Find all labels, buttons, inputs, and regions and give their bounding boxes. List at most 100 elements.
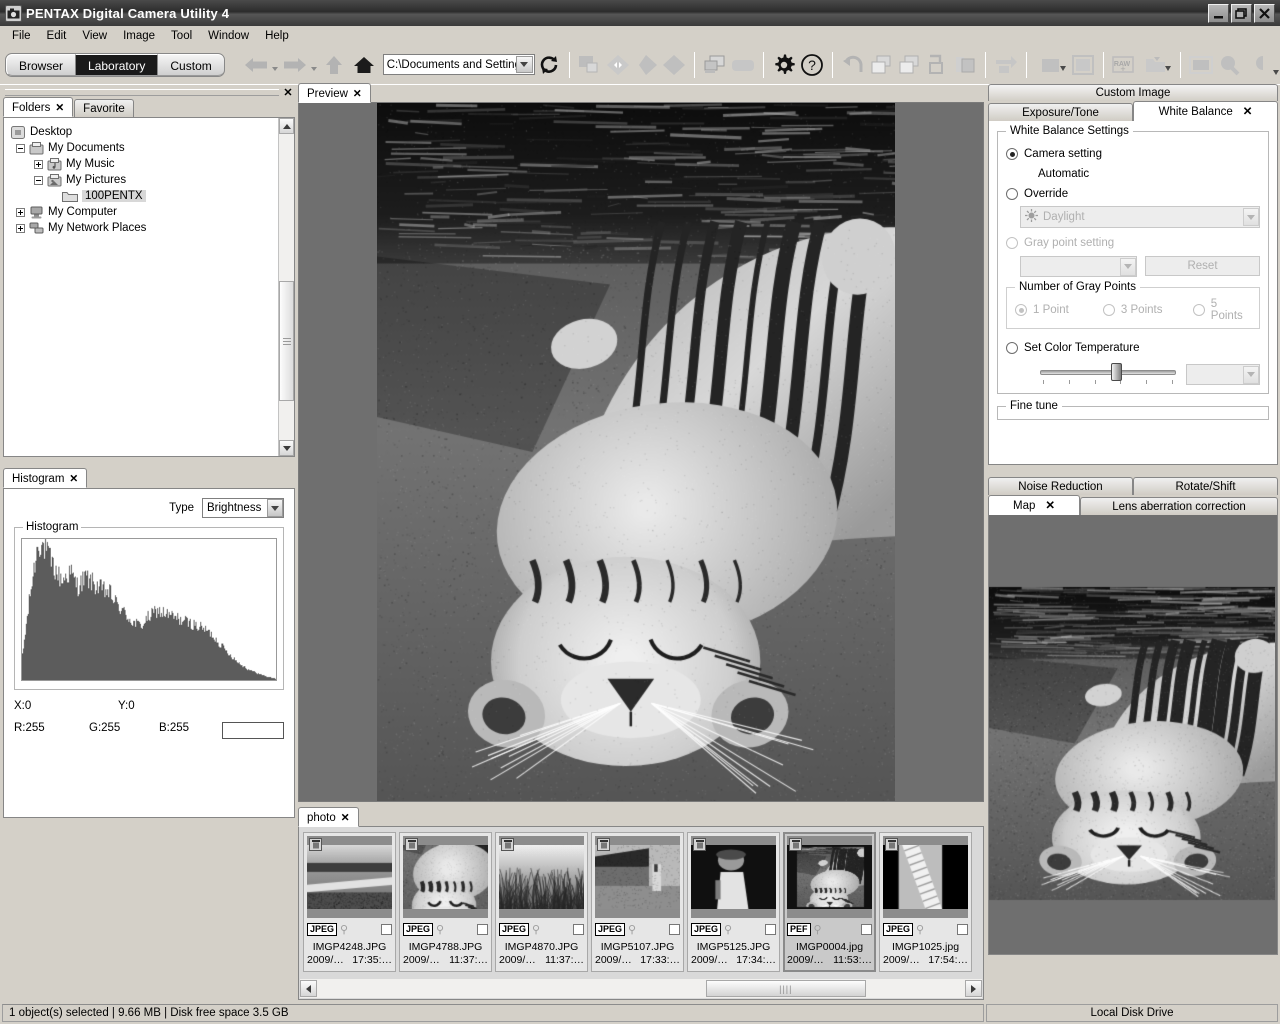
scroll-right-button[interactable] [965, 980, 982, 997]
tab-rotate-shift[interactable]: Rotate/Shift [1133, 477, 1278, 495]
tab-custom-image[interactable]: Custom Image [988, 84, 1278, 101]
scroll-track[interactable]: |||| [317, 980, 965, 997]
protect-icon[interactable] [885, 838, 898, 851]
scroll-up-button[interactable] [279, 118, 294, 134]
reset-button[interactable]: Reset [1145, 256, 1260, 276]
folder-tree-scrollbar[interactable] [278, 118, 294, 456]
tab-noise-reduction[interactable]: Noise Reduction [988, 477, 1133, 495]
thumbnail-item[interactable]: JPEG ⚲ IMGP4870.JPG 2009/… 11:37:… [495, 832, 588, 972]
override-combobox[interactable]: Daylight [1020, 206, 1260, 228]
tab-lens-aberration-correction[interactable]: Lens aberration correction [1080, 497, 1278, 515]
map-preview[interactable] [988, 515, 1278, 955]
back-dropdown-icon[interactable] [271, 51, 280, 79]
menu-tool[interactable]: Tool [163, 28, 200, 44]
scroll-track[interactable] [279, 134, 294, 440]
select-checkbox[interactable] [573, 923, 584, 935]
compare-icon[interactable] [576, 50, 604, 80]
radio-icon[interactable] [1192, 304, 1205, 316]
thumbnail-item[interactable]: JPEG ⚲ IMGP5125.JPG 2009/… 17:34:… [687, 832, 780, 972]
forward-dropdown-icon[interactable] [310, 51, 319, 79]
histogram-type-combobox[interactable]: Brightness [202, 498, 284, 518]
radio-5-points[interactable]: 5 Points [1192, 298, 1251, 322]
tree-item-my-music[interactable]: My Music [10, 156, 278, 172]
tab-photo[interactable]: photo ✕ [298, 807, 359, 827]
tree-item-my-computer[interactable]: My Computer [10, 204, 278, 220]
radio-set-color-temperature[interactable]: Set Color Temperature [1006, 338, 1260, 358]
close-button[interactable] [1254, 3, 1275, 23]
tab-histogram-close-icon[interactable]: ✕ [69, 473, 78, 485]
slider-knob[interactable] [1110, 363, 1122, 381]
tree-item-my-network-places[interactable]: My Network Places [10, 220, 278, 236]
raw-plus-icon[interactable]: RAW + [1110, 50, 1138, 80]
up-arrow-icon[interactable] [319, 51, 349, 79]
chevron-down-icon[interactable] [267, 499, 283, 517]
radio-icon[interactable] [1015, 304, 1027, 316]
tree-toggle-plus-icon[interactable] [34, 159, 43, 169]
save-as-icon[interactable] [923, 50, 951, 80]
slideshow-icon[interactable] [729, 50, 757, 80]
radio-3-points[interactable]: 3 Points [1102, 300, 1193, 320]
radio-override[interactable]: Override [1006, 184, 1260, 204]
preview-image[interactable] [377, 103, 895, 801]
thumbnail-item[interactable]: JPEG ⚲ IMGP5107.JPG 2009/… 17:33:… [591, 832, 684, 972]
next-shape-icon[interactable] [660, 50, 688, 80]
tab-exposure-tone[interactable]: Exposure/Tone [988, 103, 1133, 121]
preview-viewport[interactable] [298, 102, 984, 802]
refresh-icon[interactable] [535, 50, 563, 80]
thumbnail-item-selected[interactable]: PEF ⚲ IMGP0004.jpg 2009/… 11:53:… [783, 832, 876, 972]
select-checkbox[interactable] [957, 923, 968, 935]
select-checkbox[interactable] [669, 923, 680, 935]
zoom-icon[interactable] [1215, 50, 1243, 80]
tab-folders-close-icon[interactable]: ✕ [55, 102, 64, 114]
tree-item-my-pictures[interactable]: My Pictures [10, 172, 278, 188]
tree-toggle-plus-icon[interactable] [16, 223, 25, 233]
settings-gear-icon[interactable] [770, 50, 798, 80]
tree-toggle-minus-icon[interactable] [16, 143, 25, 153]
select-checkbox[interactable] [477, 923, 488, 935]
resize-icon[interactable] [1033, 50, 1069, 80]
color-temperature-combobox[interactable] [1186, 364, 1260, 385]
fit-window-icon[interactable] [1187, 50, 1215, 80]
scroll-down-button[interactable] [279, 440, 294, 456]
menu-edit[interactable]: Edit [39, 28, 75, 44]
tree-toggle-plus-icon[interactable] [16, 207, 25, 217]
paste-settings-icon[interactable] [895, 50, 923, 80]
chevron-down-icon[interactable] [1120, 257, 1136, 276]
radio-camera-setting[interactable]: Camera setting [1006, 144, 1260, 164]
tab-white-balance[interactable]: White Balance ✕ [1133, 101, 1278, 121]
chevron-down-icon[interactable] [515, 56, 533, 73]
copy-settings-icon[interactable] [867, 50, 895, 80]
select-checkbox[interactable] [381, 923, 392, 935]
batch-icon[interactable] [951, 50, 979, 80]
protect-icon[interactable] [597, 838, 610, 851]
filmstrip-scrollbar[interactable]: |||| [300, 979, 982, 998]
protect-icon[interactable] [789, 838, 802, 851]
protect-icon[interactable] [405, 838, 418, 851]
undo-icon[interactable] [839, 50, 867, 80]
menu-image[interactable]: Image [115, 28, 163, 44]
path-combobox[interactable]: C:\Documents and Setting [382, 54, 535, 75]
tab-preview-close-icon[interactable]: ✕ [353, 88, 362, 100]
scroll-thumb[interactable]: |||| [705, 980, 866, 997]
color-temperature-slider[interactable] [1040, 363, 1176, 381]
menu-file[interactable]: File [4, 28, 39, 44]
radio-icon[interactable] [1006, 237, 1018, 249]
tab-map[interactable]: Map ✕ [988, 495, 1080, 515]
help-icon[interactable]: ? [798, 50, 826, 80]
tab-white-balance-close-icon[interactable]: ✕ [1243, 106, 1253, 118]
protect-icon[interactable] [501, 838, 514, 851]
transfer-icon[interactable] [992, 50, 1020, 80]
radio-icon[interactable] [1006, 342, 1018, 354]
select-checkbox[interactable] [765, 923, 776, 935]
forward-arrow-icon[interactable] [280, 51, 310, 79]
tab-histogram[interactable]: Histogram ✕ [3, 468, 88, 488]
zoom-level-icon[interactable] [1243, 50, 1279, 80]
thumbnail-item[interactable]: JPEG ⚲ IMGP4788.JPG 2009/… 11:37:… [399, 832, 492, 972]
minimize-button[interactable] [1208, 3, 1229, 23]
protect-icon[interactable] [693, 838, 706, 851]
tree-item-desktop[interactable]: Desktop [10, 124, 278, 140]
tree-item-my-documents[interactable]: My Documents [10, 140, 278, 156]
before-after-icon[interactable] [604, 50, 632, 80]
thumbnail-item[interactable]: JPEG ⚲ IMGP1025.jpg 2009/… 17:54:… [879, 832, 972, 972]
menu-view[interactable]: View [74, 28, 115, 44]
